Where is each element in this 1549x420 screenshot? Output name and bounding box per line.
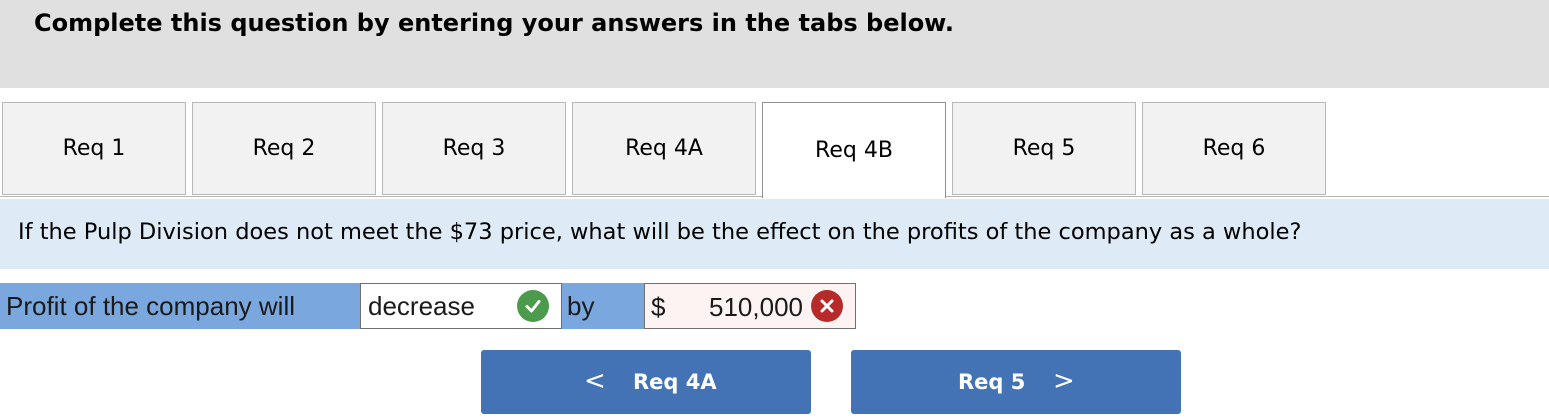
tab-req-6[interactable]: Req 6 [1142, 102, 1326, 195]
chevron-left-icon: < [584, 366, 606, 396]
tab-label: Req 4A [625, 136, 703, 161]
tab-label: Req 6 [1202, 136, 1266, 161]
tab-req-5[interactable]: Req 5 [952, 102, 1136, 195]
by-label: by [562, 283, 644, 329]
effect-select-value: decrease [368, 290, 475, 321]
question-text: If the Pulp Division does not meet the $… [18, 219, 1302, 245]
answer-label: Profit of the company will [0, 283, 360, 329]
x-icon [811, 290, 843, 322]
next-req-label: Req 5 [958, 370, 1026, 394]
tab-req-1[interactable]: Req 1 [2, 102, 186, 195]
tab-label: Req 2 [252, 136, 316, 161]
amount-value: 510,000 [709, 292, 803, 322]
tab-req-2[interactable]: Req 2 [192, 102, 376, 195]
currency-symbol: $ [651, 292, 666, 322]
answer-row: Profit of the company will decrease by $… [0, 283, 856, 329]
tab-label: Req 3 [442, 136, 506, 161]
tab-label: Req 1 [62, 136, 126, 161]
tab-req-4b[interactable]: Req 4B [762, 102, 946, 198]
question-panel: If the Pulp Division does not meet the $… [0, 199, 1549, 269]
prev-req-button[interactable]: < Req 4A [481, 350, 811, 414]
next-req-button[interactable]: Req 5 > [851, 350, 1181, 414]
instructions-header: Complete this question by entering your … [0, 0, 1549, 88]
tab-req-4a[interactable]: Req 4A [572, 102, 756, 195]
check-icon [517, 290, 549, 322]
tab-label: Req 4B [815, 138, 893, 163]
chevron-right-icon: > [1053, 366, 1075, 396]
tab-label: Req 5 [1012, 136, 1076, 161]
tab-req-3[interactable]: Req 3 [382, 102, 566, 195]
instructions-title: Complete this question by entering your … [34, 9, 954, 37]
prev-req-label: Req 4A [633, 370, 717, 394]
